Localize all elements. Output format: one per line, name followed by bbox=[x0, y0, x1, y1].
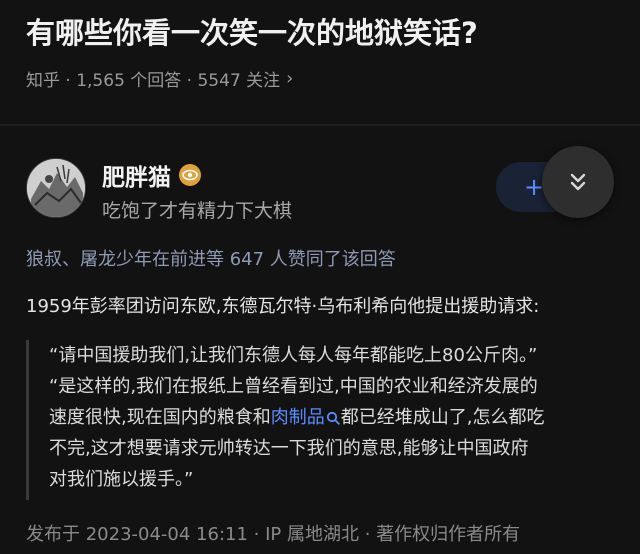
avatar[interactable] bbox=[26, 158, 86, 218]
answer-page: 有哪些你看一次笑一次的地狱笑话? 知乎 · 1,565 个回答 · 5547 关… bbox=[0, 0, 640, 554]
plus-icon: + bbox=[524, 173, 545, 201]
avatar-illustration bbox=[27, 159, 85, 217]
quote-text: 速度很快,现在国内的粮食和 bbox=[49, 407, 271, 428]
search-link[interactable]: 肉制品 bbox=[271, 407, 325, 428]
chevron-right-icon: › bbox=[286, 68, 294, 89]
section-divider bbox=[0, 124, 640, 126]
author-name-text: 肥胖猫 bbox=[102, 165, 171, 191]
publish-meta: 发布于 2023-04-04 16:11 · IP 属地湖北 · 著作权归作者所… bbox=[26, 524, 521, 545]
search-icon[interactable] bbox=[326, 411, 340, 425]
quote-line: 速度很快,现在国内的粮食和肉制品 都已经堆成山了,怎么都吃 bbox=[49, 402, 626, 433]
quote-text: 都已经堆成山了,怎么都吃 bbox=[340, 407, 545, 428]
author-bio: 吃饱了才有精力下大棋 bbox=[102, 200, 293, 222]
quote-line: “请中国援助我们,让我们东德人每人每年都能吃上80公斤肉。” bbox=[49, 345, 538, 366]
quote-line: 不完,这才想要请求元帅转达一下我们的意思,能够让中国政府 bbox=[49, 438, 529, 459]
double-chevron-down-icon bbox=[570, 173, 586, 191]
collapse-button[interactable] bbox=[542, 146, 614, 218]
upvote-summary[interactable]: 狼叔、屠龙少年在前进等 647 人赞同了该回答 bbox=[26, 245, 396, 271]
author-name[interactable]: 肥胖猫 bbox=[102, 158, 201, 192]
question-meta[interactable]: 知乎 · 1,565 个回答 · 5547 关注 › bbox=[26, 66, 293, 91]
answer-intro: 1959年彭率团访问东欧,东德瓦尔特·乌布利希向他提出援助请求: bbox=[26, 296, 540, 317]
question-meta-text: 知乎 · 1,565 个回答 · 5547 关注 bbox=[26, 71, 281, 91]
quote-line: “是这样的,我们在报纸上曾经看到过,中国的农业和经济发展的 bbox=[49, 376, 538, 397]
question-title[interactable]: 有哪些你看一次笑一次的地狱笑话? bbox=[26, 10, 478, 52]
eye-badge-icon bbox=[179, 164, 201, 186]
answer-quote: “请中国援助我们,让我们东德人每人每年都能吃上80公斤肉。” “是这样的,我们在… bbox=[26, 340, 626, 500]
quote-line: 对我们施以援手。” bbox=[49, 469, 194, 490]
